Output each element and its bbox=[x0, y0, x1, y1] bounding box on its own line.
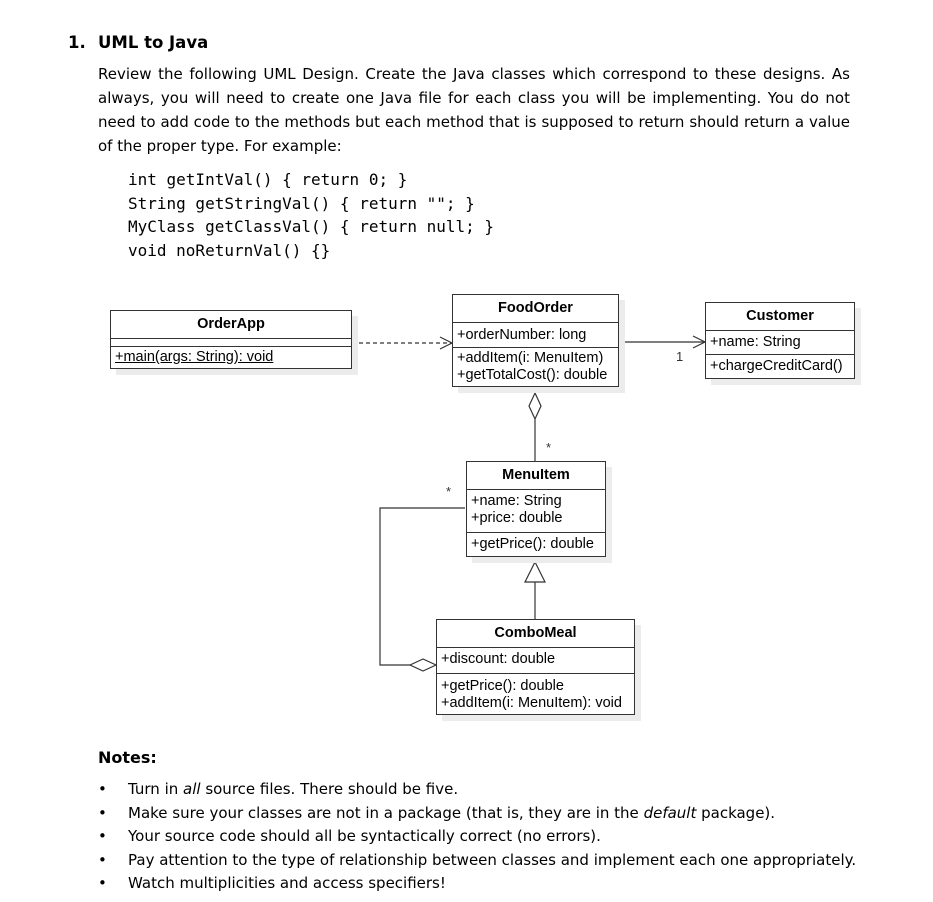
bullet-icon: • bbox=[98, 850, 107, 869]
generalization-triangle bbox=[524, 560, 546, 583]
attribute: +discount: double bbox=[441, 651, 556, 667]
attribute: +name: String bbox=[471, 493, 562, 509]
method: +addItem(i: MenuItem) bbox=[457, 350, 604, 366]
multiplicity-combo-menuitem: * bbox=[446, 484, 452, 499]
attributes-section bbox=[111, 339, 351, 347]
bullet-icon: • bbox=[98, 803, 107, 822]
aggregation-diamond-combomeal bbox=[408, 658, 438, 672]
notes-title: Notes: bbox=[98, 748, 157, 767]
class-orderapp: OrderApp +main(args: String): void bbox=[110, 310, 352, 369]
methods-section: +chargeCreditCard() bbox=[706, 355, 854, 378]
class-foodorder: FoodOrder +orderNumber: long +addItem(i:… bbox=[452, 294, 619, 387]
note-item: • Watch multiplicities and access specifi… bbox=[98, 872, 856, 896]
multiplicity-customer: 1 bbox=[676, 349, 684, 364]
methods-section: +main(args: String): void bbox=[111, 347, 351, 368]
method: +getPrice(): double bbox=[441, 678, 564, 694]
class-name: ComboMeal bbox=[437, 620, 634, 648]
attribute: +orderNumber: long bbox=[457, 327, 587, 343]
note-item: • Turn in all source files. There should … bbox=[98, 778, 856, 802]
method: +addItem(i: MenuItem): void bbox=[441, 695, 622, 711]
class-combomeal: ComboMeal +discount: double +getPrice():… bbox=[436, 619, 635, 715]
attributes-section: +name: String +price: double bbox=[467, 490, 605, 533]
attributes-section: +discount: double bbox=[437, 648, 634, 674]
note-item: • Make sure your classes are not in a pac… bbox=[98, 802, 856, 826]
attribute: +name: String bbox=[710, 334, 801, 350]
methods-section: +getPrice(): double bbox=[467, 533, 605, 556]
method: +getTotalCost(): double bbox=[457, 367, 608, 383]
class-name: OrderApp bbox=[111, 311, 351, 339]
attributes-section: +name: String bbox=[706, 331, 854, 355]
bullet-icon: • bbox=[98, 780, 107, 798]
class-menuitem: MenuItem +name: String +price: double +g… bbox=[466, 461, 606, 557]
class-name: Customer bbox=[706, 303, 854, 331]
methods-section: +addItem(i: MenuItem) +getTotalCost(): d… bbox=[453, 348, 618, 386]
multiplicity-foodorder-menuitem: * bbox=[546, 440, 552, 455]
method: +getPrice(): double bbox=[471, 536, 594, 552]
class-name: MenuItem bbox=[467, 462, 605, 490]
bullet-icon: • bbox=[98, 827, 107, 845]
class-customer: Customer +name: String +chargeCreditCard… bbox=[705, 302, 855, 379]
attribute: +price: double bbox=[471, 510, 563, 526]
methods-section: +getPrice(): double +addItem(i: MenuItem… bbox=[437, 674, 634, 714]
bullet-icon: • bbox=[98, 874, 107, 892]
aggregation-diamond-foodorder bbox=[528, 391, 542, 421]
class-name: FoodOrder bbox=[453, 295, 618, 323]
method: +chargeCreditCard() bbox=[710, 358, 843, 374]
method: +main(args: String): void bbox=[115, 349, 274, 365]
attributes-section: +orderNumber: long bbox=[453, 323, 618, 348]
note-item: • Pay attention to the type of relationsh… bbox=[98, 849, 856, 873]
note-item: • Your source code should all be syntacti… bbox=[98, 825, 856, 849]
notes-list: • Turn in all source files. There should … bbox=[98, 778, 856, 896]
